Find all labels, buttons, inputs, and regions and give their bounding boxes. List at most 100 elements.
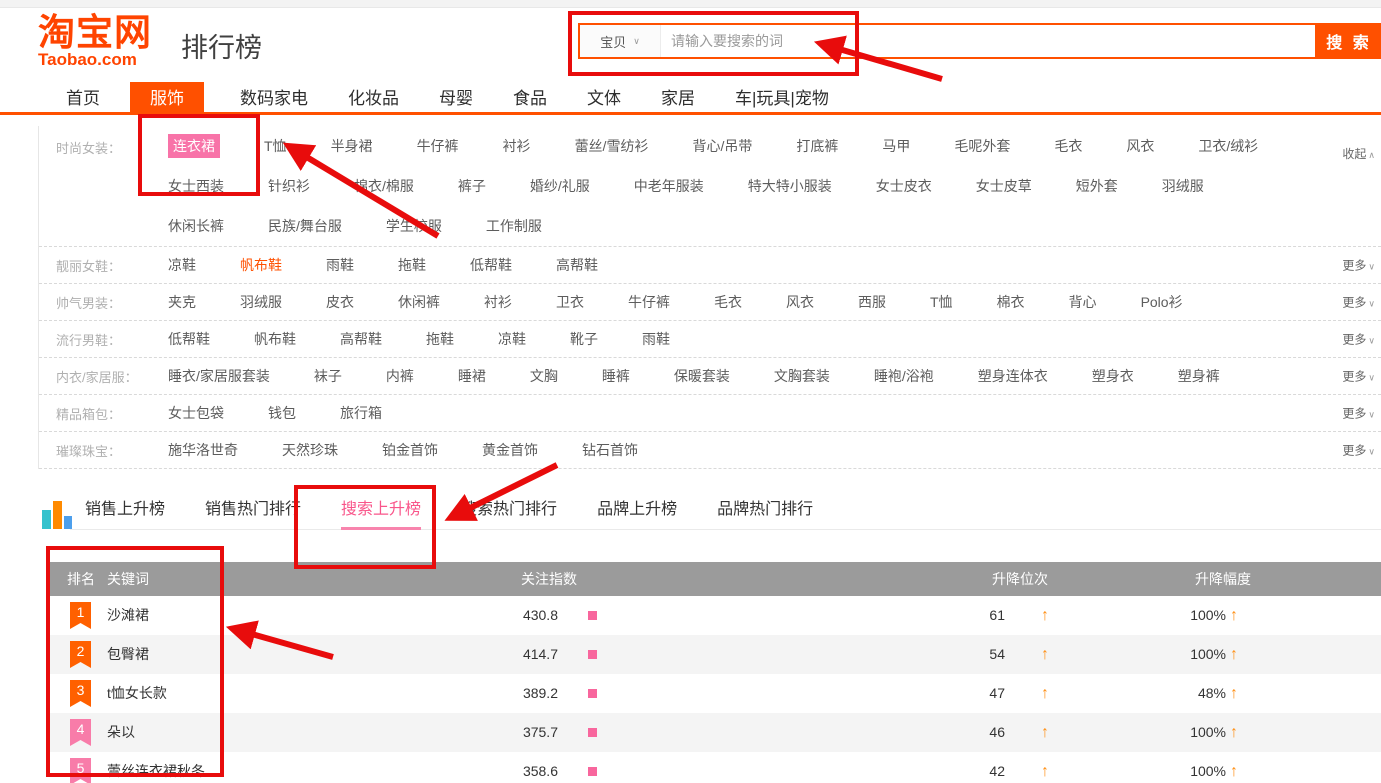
category-item[interactable]: 工作制服 bbox=[486, 216, 542, 236]
keyword-cell[interactable]: 朵以 bbox=[107, 713, 135, 752]
category-item[interactable]: 睡衣/家居服套装 bbox=[168, 366, 270, 386]
category-item[interactable]: 凉鞋 bbox=[168, 255, 196, 275]
category-item[interactable]: 雨鞋 bbox=[642, 329, 670, 349]
category-item[interactable]: 天然珍珠 bbox=[282, 440, 338, 460]
category-item[interactable]: 拖鞋 bbox=[426, 329, 454, 349]
more-link[interactable]: 更多∨ bbox=[1342, 257, 1375, 274]
category-item[interactable]: 内裤 bbox=[386, 366, 414, 386]
category-item[interactable]: 保暖套装 bbox=[674, 366, 730, 386]
category-item[interactable]: 睡袍/浴袍 bbox=[874, 366, 934, 386]
category-item[interactable]: 羽绒服 bbox=[1162, 176, 1204, 196]
category-item[interactable]: 女士皮衣 bbox=[876, 176, 932, 196]
category-item[interactable]: 女士皮草 bbox=[976, 176, 1032, 196]
category-item[interactable]: 衬衫 bbox=[503, 136, 531, 156]
keyword-cell[interactable]: 沙滩裙 bbox=[107, 596, 149, 635]
category-item[interactable]: 西服 bbox=[858, 292, 886, 312]
nav-item[interactable]: 食品 bbox=[509, 82, 551, 115]
category-item[interactable]: 牛仔裤 bbox=[417, 136, 459, 156]
category-item[interactable]: T恤 bbox=[264, 136, 287, 156]
category-item[interactable]: 中老年服装 bbox=[634, 176, 704, 196]
category-item[interactable]: 民族/舞台服 bbox=[268, 216, 342, 236]
category-item[interactable]: 蕾丝/雪纺衫 bbox=[575, 136, 649, 156]
nav-item[interactable]: 数码家电 bbox=[236, 82, 312, 115]
category-item[interactable]: 钻石首饰 bbox=[582, 440, 638, 460]
more-link[interactable]: 更多∨ bbox=[1342, 442, 1375, 459]
category-item[interactable]: 风衣 bbox=[1126, 136, 1154, 156]
rank-tab[interactable]: 搜索热门排行 bbox=[461, 497, 557, 527]
nav-item[interactable]: 化妆品 bbox=[344, 82, 403, 115]
category-item[interactable]: 牛仔裤 bbox=[628, 292, 670, 312]
category-item[interactable]: 凉鞋 bbox=[498, 329, 526, 349]
category-item[interactable]: 高帮鞋 bbox=[340, 329, 382, 349]
category-item[interactable]: 袜子 bbox=[314, 366, 342, 386]
more-link[interactable]: 更多∨ bbox=[1342, 368, 1375, 385]
category-item[interactable]: 半身裙 bbox=[331, 136, 373, 156]
keyword-cell[interactable]: 蕾丝连衣裙秋冬 bbox=[107, 752, 205, 783]
category-item[interactable]: 塑身裤 bbox=[1178, 366, 1220, 386]
category-item[interactable]: 婚纱/礼服 bbox=[530, 176, 590, 196]
category-item[interactable]: 钱包 bbox=[268, 403, 296, 423]
category-item[interactable]: 连衣裙 bbox=[168, 134, 220, 158]
category-item[interactable]: 棉衣/棉服 bbox=[354, 176, 414, 196]
category-item[interactable]: 背心 bbox=[1069, 292, 1097, 312]
category-item[interactable]: 低帮鞋 bbox=[470, 255, 512, 275]
category-item[interactable]: 铂金首饰 bbox=[382, 440, 438, 460]
category-item[interactable]: 睡裙 bbox=[458, 366, 486, 386]
category-item[interactable]: 睡裤 bbox=[602, 366, 630, 386]
category-item[interactable]: 休闲裤 bbox=[398, 292, 440, 312]
category-item[interactable]: 黄金首饰 bbox=[482, 440, 538, 460]
rank-tab[interactable]: 销售热门排行 bbox=[205, 497, 301, 527]
category-item[interactable]: 特大特小服装 bbox=[748, 176, 832, 196]
category-item[interactable]: 帆布鞋 bbox=[254, 329, 296, 349]
category-item[interactable]: 马甲 bbox=[882, 136, 910, 156]
taobao-logo[interactable]: 淘宝网 Taobao.com bbox=[38, 14, 152, 70]
category-item[interactable]: 毛呢外套 bbox=[954, 136, 1010, 156]
category-item[interactable]: 裤子 bbox=[458, 176, 486, 196]
keyword-cell[interactable]: t恤女长款 bbox=[107, 674, 167, 713]
category-item[interactable]: 短外套 bbox=[1076, 176, 1118, 196]
category-item[interactable]: 皮衣 bbox=[326, 292, 354, 312]
collapse-link[interactable]: 收起∧ bbox=[1342, 145, 1375, 162]
category-item[interactable]: 卫衣/绒衫 bbox=[1198, 136, 1258, 156]
nav-item[interactable]: 家居 bbox=[657, 82, 699, 115]
category-item[interactable]: 低帮鞋 bbox=[168, 329, 210, 349]
category-item[interactable]: 文胸套装 bbox=[774, 366, 830, 386]
more-link[interactable]: 更多∨ bbox=[1342, 331, 1375, 348]
category-item[interactable]: 衬衫 bbox=[484, 292, 512, 312]
category-item[interactable]: 风衣 bbox=[786, 292, 814, 312]
more-link[interactable]: 更多∨ bbox=[1342, 405, 1375, 422]
category-item[interactable]: 背心/吊带 bbox=[692, 136, 752, 156]
nav-item[interactable]: 车|玩具|宠物 bbox=[731, 82, 833, 115]
nav-item[interactable]: 文体 bbox=[583, 82, 625, 115]
nav-item[interactable]: 服饰 bbox=[130, 82, 204, 115]
category-item[interactable]: 打底裤 bbox=[796, 136, 838, 156]
category-item[interactable]: 羽绒服 bbox=[240, 292, 282, 312]
category-item[interactable]: Polo衫 bbox=[1141, 292, 1183, 312]
category-item[interactable]: 帆布鞋 bbox=[240, 255, 282, 275]
category-item[interactable]: 旅行箱 bbox=[340, 403, 382, 423]
category-item[interactable]: 塑身衣 bbox=[1092, 366, 1134, 386]
category-item[interactable]: 雨鞋 bbox=[326, 255, 354, 275]
nav-item[interactable]: 首页 bbox=[62, 82, 104, 115]
category-item[interactable]: 休闲长裤 bbox=[168, 216, 224, 236]
search-input[interactable] bbox=[661, 25, 1315, 57]
category-item[interactable]: 卫衣 bbox=[556, 292, 584, 312]
search-category-dropdown[interactable]: 宝贝 ∨ bbox=[580, 25, 661, 57]
keyword-cell[interactable]: 包臀裙 bbox=[107, 635, 149, 674]
category-item[interactable]: 学生校服 bbox=[386, 216, 442, 236]
rank-tab[interactable]: 品牌上升榜 bbox=[597, 497, 677, 527]
category-item[interactable]: 毛衣 bbox=[714, 292, 742, 312]
rank-tab[interactable]: 销售上升榜 bbox=[85, 497, 165, 527]
category-item[interactable]: 靴子 bbox=[570, 329, 598, 349]
category-item[interactable]: 文胸 bbox=[530, 366, 558, 386]
category-item[interactable]: T恤 bbox=[930, 292, 953, 312]
category-item[interactable]: 针织衫 bbox=[268, 176, 310, 196]
search-button[interactable]: 搜 索 bbox=[1317, 23, 1381, 59]
nav-item[interactable]: 母婴 bbox=[435, 82, 477, 115]
rank-tab[interactable]: 搜索上升榜 bbox=[341, 497, 421, 530]
category-item[interactable]: 塑身连体衣 bbox=[978, 366, 1048, 386]
category-item[interactable]: 女士西装 bbox=[168, 176, 224, 196]
category-item[interactable]: 夹克 bbox=[168, 292, 196, 312]
category-item[interactable]: 毛衣 bbox=[1054, 136, 1082, 156]
rank-tab[interactable]: 品牌热门排行 bbox=[717, 497, 813, 527]
